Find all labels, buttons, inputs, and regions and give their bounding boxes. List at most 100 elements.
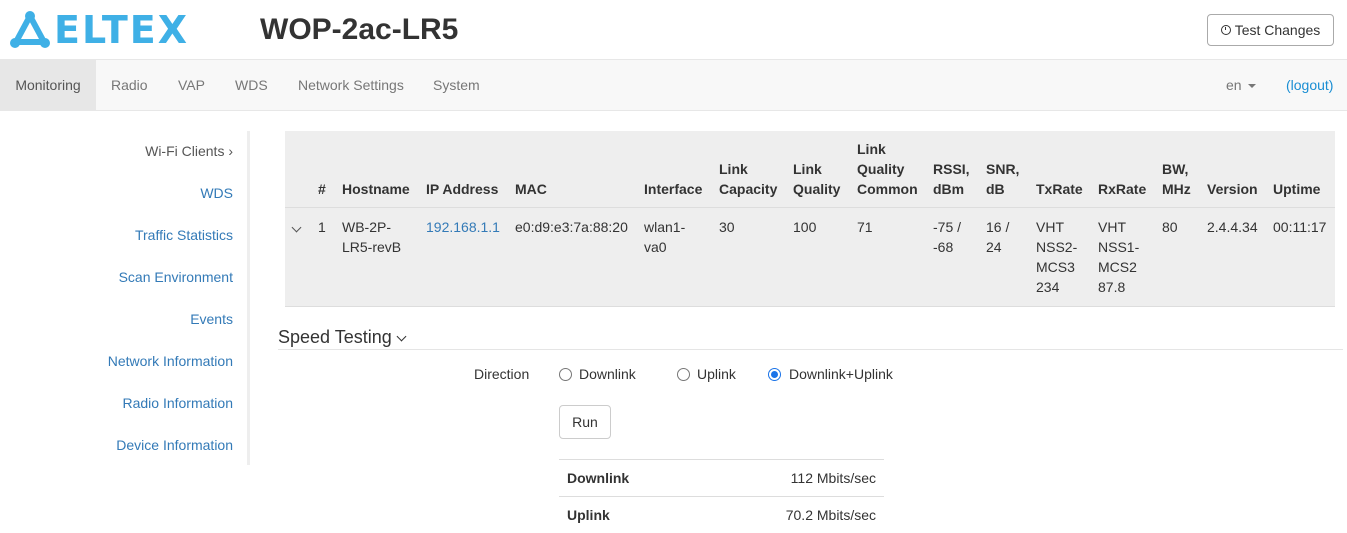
header-bw-line1: BW, <box>1162 161 1189 177</box>
caret-down-icon <box>1247 84 1256 89</box>
cell-interface-line2: va0 <box>644 239 667 255</box>
cell-link-capacity: 30 <box>719 219 735 235</box>
sidebar-item-scan-environment[interactable]: Scan Environment <box>119 269 233 285</box>
cell-ip-address-link[interactable]: 192.168.1.1 <box>426 217 500 237</box>
header-rssi: RSSI, dBm <box>933 159 970 199</box>
sidebar-item-device-information[interactable]: Device Information <box>116 437 233 453</box>
header-lq-common-line2: Quality <box>857 161 905 177</box>
eltex-logo-icon <box>10 11 50 48</box>
speed-testing-divider <box>278 349 1343 350</box>
header-lq-common-line1: Link <box>857 141 886 157</box>
header-rxrate: RxRate <box>1098 181 1147 197</box>
header-bw-line2: MHz <box>1162 181 1191 197</box>
result-uplink-value: 70.2 Mbits/sec <box>785 507 876 523</box>
sidebar-item-wifi-clients[interactable]: Wi-Fi Clients › <box>145 143 233 159</box>
result-uplink-label: Uplink <box>567 507 610 523</box>
radio-downlink-label[interactable]: Downlink <box>579 366 636 382</box>
header-uptime: Uptime <box>1273 181 1321 197</box>
header-link-capacity: Link Capacity <box>719 159 777 199</box>
speed-testing-title: Speed Testing <box>278 327 392 347</box>
cell-num: 1 <box>318 219 326 235</box>
run-button[interactable]: Run <box>559 405 611 439</box>
cell-hostname: WB-2P- LR5-revB <box>342 217 401 257</box>
cell-hostname-line2: LR5-revB <box>342 239 402 255</box>
cell-interface-line1: wlan1- <box>644 219 686 235</box>
language-dropdown[interactable]: en <box>1226 60 1256 110</box>
cell-rxrate: VHT NSS1- MCS2 87.8 <box>1098 217 1139 297</box>
cell-uptime: 00:11:17 <box>1273 219 1327 235</box>
radio-downlink-uplink[interactable] <box>768 368 781 381</box>
test-changes-button[interactable]: Test Changes <box>1207 14 1334 46</box>
radio-uplink[interactable] <box>677 368 690 381</box>
header-link-quality: Link Quality <box>793 159 840 199</box>
header-link-quality-line2: Quality <box>793 181 841 197</box>
tab-vap[interactable]: VAP <box>178 60 205 110</box>
cell-rssi-line2: -68 <box>933 239 954 255</box>
cell-rxrate-line3: MCS2 <box>1098 259 1137 275</box>
result-downlink-label: Downlink <box>567 470 630 486</box>
eltex-logo: ELTEX <box>8 8 189 52</box>
main-navbar: Monitoring Radio VAP WDS Network Setting… <box>0 59 1347 111</box>
cell-snr-line1: 16 / <box>986 219 1010 235</box>
header-mac: MAC <box>515 181 547 197</box>
device-title: WOP-2ac-LR5 <box>260 13 459 46</box>
header-rssi-line1: RSSI, <box>933 161 970 177</box>
cell-txrate-line4: 234 <box>1036 279 1060 295</box>
sidebar-item-radio-information[interactable]: Radio Information <box>122 395 233 411</box>
cell-txrate-line1: VHT <box>1036 219 1064 235</box>
speed-testing-toggle[interactable]: Speed Testing <box>278 325 407 349</box>
tab-network-settings[interactable]: Network Settings <box>298 60 404 110</box>
result-downlink-value: 112 Mbits/sec <box>790 470 876 486</box>
header-ip-address: IP Address <box>426 181 499 197</box>
test-changes-label: Test Changes <box>1234 22 1321 38</box>
tab-monitoring[interactable]: Monitoring <box>0 60 96 110</box>
results-divider-top <box>559 459 884 460</box>
header-interface: Interface <box>644 181 703 197</box>
radio-downlink-uplink-label[interactable]: Downlink+Uplink <box>789 366 893 382</box>
chevron-down-icon[interactable] <box>291 222 302 233</box>
cell-bw: 80 <box>1162 219 1178 235</box>
tab-wds[interactable]: WDS <box>235 60 268 110</box>
cell-rxrate-line2: NSS1- <box>1098 239 1140 255</box>
header-snr: SNR, dB <box>986 159 1019 199</box>
cell-hostname-line1: WB-2P- <box>342 219 391 235</box>
cell-rxrate-line4: 87.8 <box>1098 279 1126 295</box>
tab-radio[interactable]: Radio <box>111 60 148 110</box>
logout-link[interactable]: (logout) <box>1286 60 1333 110</box>
cell-version: 2.4.4.34 <box>1207 219 1258 235</box>
header-txrate: TxRate <box>1036 181 1083 197</box>
header-num: # <box>318 181 326 197</box>
clock-icon <box>1220 25 1231 35</box>
direction-label: Direction <box>474 366 530 382</box>
sidebar: Wi-Fi Clients › WDS Traffic Statistics S… <box>0 131 250 465</box>
radio-downlink[interactable] <box>559 368 572 381</box>
header-snr-line1: SNR, <box>986 161 1020 177</box>
header-lq-common-line3: Common <box>857 181 918 197</box>
cell-link-quality: 100 <box>793 219 817 235</box>
sidebar-item-events[interactable]: Events <box>190 311 233 327</box>
cell-rxrate-line1: VHT <box>1098 219 1126 235</box>
cell-rssi-line1: -75 / <box>933 219 962 235</box>
brand-name: ELTEX <box>54 8 190 52</box>
header-link-quality-line1: Link <box>793 161 822 177</box>
cell-rssi: -75 / -68 <box>933 217 961 257</box>
results-divider-middle <box>559 496 884 497</box>
header-snr-line2: dB <box>986 181 1005 197</box>
tab-system[interactable]: System <box>433 60 480 110</box>
sidebar-item-network-information[interactable]: Network Information <box>108 353 233 369</box>
header-link-quality-common: Link Quality Common <box>857 139 918 199</box>
header-version: Version <box>1207 181 1258 197</box>
header-hostname: Hostname <box>342 181 410 197</box>
cell-snr-line2: 24 <box>986 239 1002 255</box>
header-rssi-line2: dBm <box>933 181 965 197</box>
cell-txrate: VHT NSS2- MCS3 234 <box>1036 217 1077 297</box>
cell-link-quality-common: 71 <box>857 219 873 235</box>
header-link-capacity-line2: Capacity <box>719 181 778 197</box>
sidebar-item-traffic-statistics[interactable]: Traffic Statistics <box>135 227 233 243</box>
header-bw: BW, MHz <box>1162 159 1191 199</box>
cell-txrate-line2: NSS2- <box>1036 239 1078 255</box>
sidebar-item-wds[interactable]: WDS <box>200 185 233 201</box>
radio-uplink-label[interactable]: Uplink <box>697 366 736 382</box>
cell-interface: wlan1- va0 <box>644 217 685 257</box>
header-link-capacity-line1: Link <box>719 161 748 177</box>
